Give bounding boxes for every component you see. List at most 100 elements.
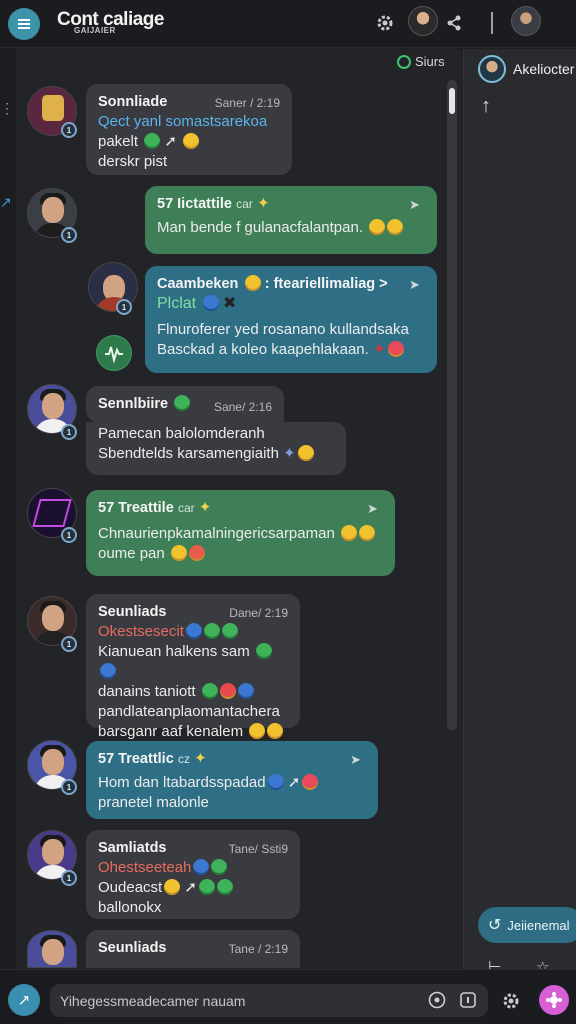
message-bubble[interactable]: 57 Iictattile car ✦ ➤ Man bende f gulana… (145, 186, 437, 254)
message-bubble[interactable]: Seunliads Tane / 2:19 (86, 930, 300, 968)
share-icon (447, 15, 461, 31)
avatar-badge: 1 (61, 122, 77, 138)
rail-arrow-icon: ↗ (0, 194, 12, 210)
hamburger-icon (18, 19, 30, 29)
profile-avatar[interactable] (511, 6, 541, 36)
sticker-icon (460, 992, 476, 1008)
avatar-badge: 1 (116, 299, 132, 315)
emoji-icon (255, 643, 272, 659)
emoji-icon (211, 859, 228, 875)
emoji-icon (164, 879, 181, 895)
rail-marker-icon: ⋮ (0, 100, 14, 116)
settings-button[interactable] (374, 12, 396, 34)
message-text: Hom dan ltabardsspadad (98, 774, 266, 791)
sparkle-icon: ✦ (256, 195, 270, 212)
pin-icon[interactable]: ➤ (409, 275, 425, 292)
emoji-icon (369, 219, 386, 235)
status-indicator: Siurs (397, 54, 445, 69)
status-label: Siurs (415, 54, 445, 69)
composer-settings-button[interactable] (500, 990, 522, 1012)
message-text: pandlateanplaomantachera (98, 703, 280, 720)
emoji-icon (198, 879, 215, 895)
attach-button[interactable]: ↗ (8, 984, 40, 1016)
paperclip-icon: ↗ (17, 992, 31, 1009)
message-text: derskr pist (98, 153, 168, 170)
scrollbar-thumb[interactable] (449, 88, 455, 114)
message-text: oume pan (98, 545, 165, 562)
panel-user-avatar[interactable] (478, 55, 506, 83)
waveform-icon (105, 346, 123, 364)
message-text: barsganr aaf kenalem (98, 723, 244, 740)
sparkle-send-icon (546, 992, 562, 1008)
message-text: Oudeacst (98, 879, 163, 896)
sparkle-icon: ✦ (373, 341, 386, 358)
menu-button[interactable] (8, 8, 40, 40)
avatar-badge: 1 (61, 424, 77, 440)
message-text: Flnuroferer yed rosanano kullandsaka (157, 321, 409, 338)
message-text: pakelt ➚ (98, 132, 280, 152)
emoji-icon (267, 723, 284, 739)
emoji-icon (100, 663, 116, 679)
message-time: Dane/ 2:19 (229, 606, 288, 620)
sender-tag: cz (177, 752, 190, 766)
message-input[interactable] (50, 984, 488, 1017)
message-bubble-body[interactable]: Pamecan balolomderanh Sbendtelds karsame… (86, 422, 346, 475)
tool-icon: ✖ (223, 295, 237, 312)
emoji-icon (297, 445, 314, 461)
message-text: danains taniott (98, 683, 196, 700)
pin-icon[interactable]: ➤ (350, 750, 366, 767)
panel-chip[interactable]: ↺ Jeiienemal (478, 907, 576, 943)
sender-name: Seunliads (98, 604, 167, 620)
sparkle-icon: ✦ (198, 499, 212, 516)
send-button[interactable] (539, 985, 569, 1015)
emoji-icon (170, 545, 187, 561)
user-avatar[interactable] (408, 6, 438, 36)
message-text: ballonokx (98, 899, 162, 916)
online-status-icon (397, 54, 411, 69)
gear-icon (377, 15, 393, 31)
avatar-badge: 1 (61, 636, 77, 652)
message-subject: Okestsesecit (98, 623, 184, 640)
message-bubble[interactable]: 57 Treattile car ✦ ➤ Chnaurienpkamalning… (86, 490, 395, 576)
emoji-icon (387, 341, 404, 357)
sender-name: Samliatds (98, 840, 167, 856)
audio-button[interactable] (96, 335, 132, 371)
message-bubble[interactable]: 57 Treattlic cz ✦ ➤ Hom dan ltabardsspad… (86, 741, 378, 819)
emoji-icon (203, 623, 220, 639)
message-bubble[interactable]: Sonnliade Saner / 2:19 Qect yanl somasts… (86, 84, 292, 175)
message-bubble[interactable]: Sennlbiire Sane/ 2:16 (86, 386, 284, 422)
message-subject: Plclat (157, 295, 197, 312)
avatar-badge: 1 (61, 779, 77, 795)
arrow-up-icon[interactable]: ↑ (481, 95, 491, 118)
emoji-icon (340, 525, 357, 541)
gear-icon (503, 993, 519, 1009)
avatar-badge: 1 (61, 227, 77, 243)
sparkle-icon: ✦ (283, 445, 296, 462)
message-avatar[interactable] (27, 930, 77, 968)
scrollbar-track[interactable] (447, 80, 457, 730)
gif-button[interactable] (459, 991, 477, 1009)
message-bubble[interactable]: Samliatds Tane/ Ssti9 Ohestseeteah Oudea… (86, 830, 300, 919)
sender-tag: car (236, 197, 253, 211)
message-time: Sane/ 2:16 (213, 400, 272, 414)
pin-icon[interactable]: ➤ (409, 195, 425, 212)
wand-icon: ➚ (164, 133, 177, 150)
message-text: pranetel malonle (98, 794, 209, 811)
message-text: Chnaurienpkamalningericsarpaman (98, 525, 335, 542)
message-bubble[interactable]: Caambeken : fteariellimaliag > ➤ Plclat … (145, 266, 437, 373)
emoji-picker-button[interactable] (428, 991, 446, 1009)
message-text: Pamecan balolomderanh (98, 425, 265, 442)
emoji-icon (219, 683, 236, 699)
share-button[interactable] (443, 12, 465, 34)
pin-icon[interactable]: ➤ (367, 499, 383, 516)
message-text: Basckad a koleo kaapehlakaan. (157, 341, 369, 358)
message-text: Sbendtelds karsamengiaith (98, 445, 279, 462)
avatar-badge: 1 (61, 527, 77, 543)
sparkle-icon: ✦ (194, 750, 207, 767)
emoji-icon (221, 623, 238, 639)
chat-left-rail (0, 49, 16, 969)
message-bubble[interactable]: Seunliads Dane/ 2:19 Okestsesecit Kianue… (86, 594, 300, 740)
emoji-icon (144, 133, 161, 149)
message-subject: Qect yanl somastsarekoa (98, 113, 268, 130)
message-text: Kianuean halkens sam (98, 643, 250, 660)
